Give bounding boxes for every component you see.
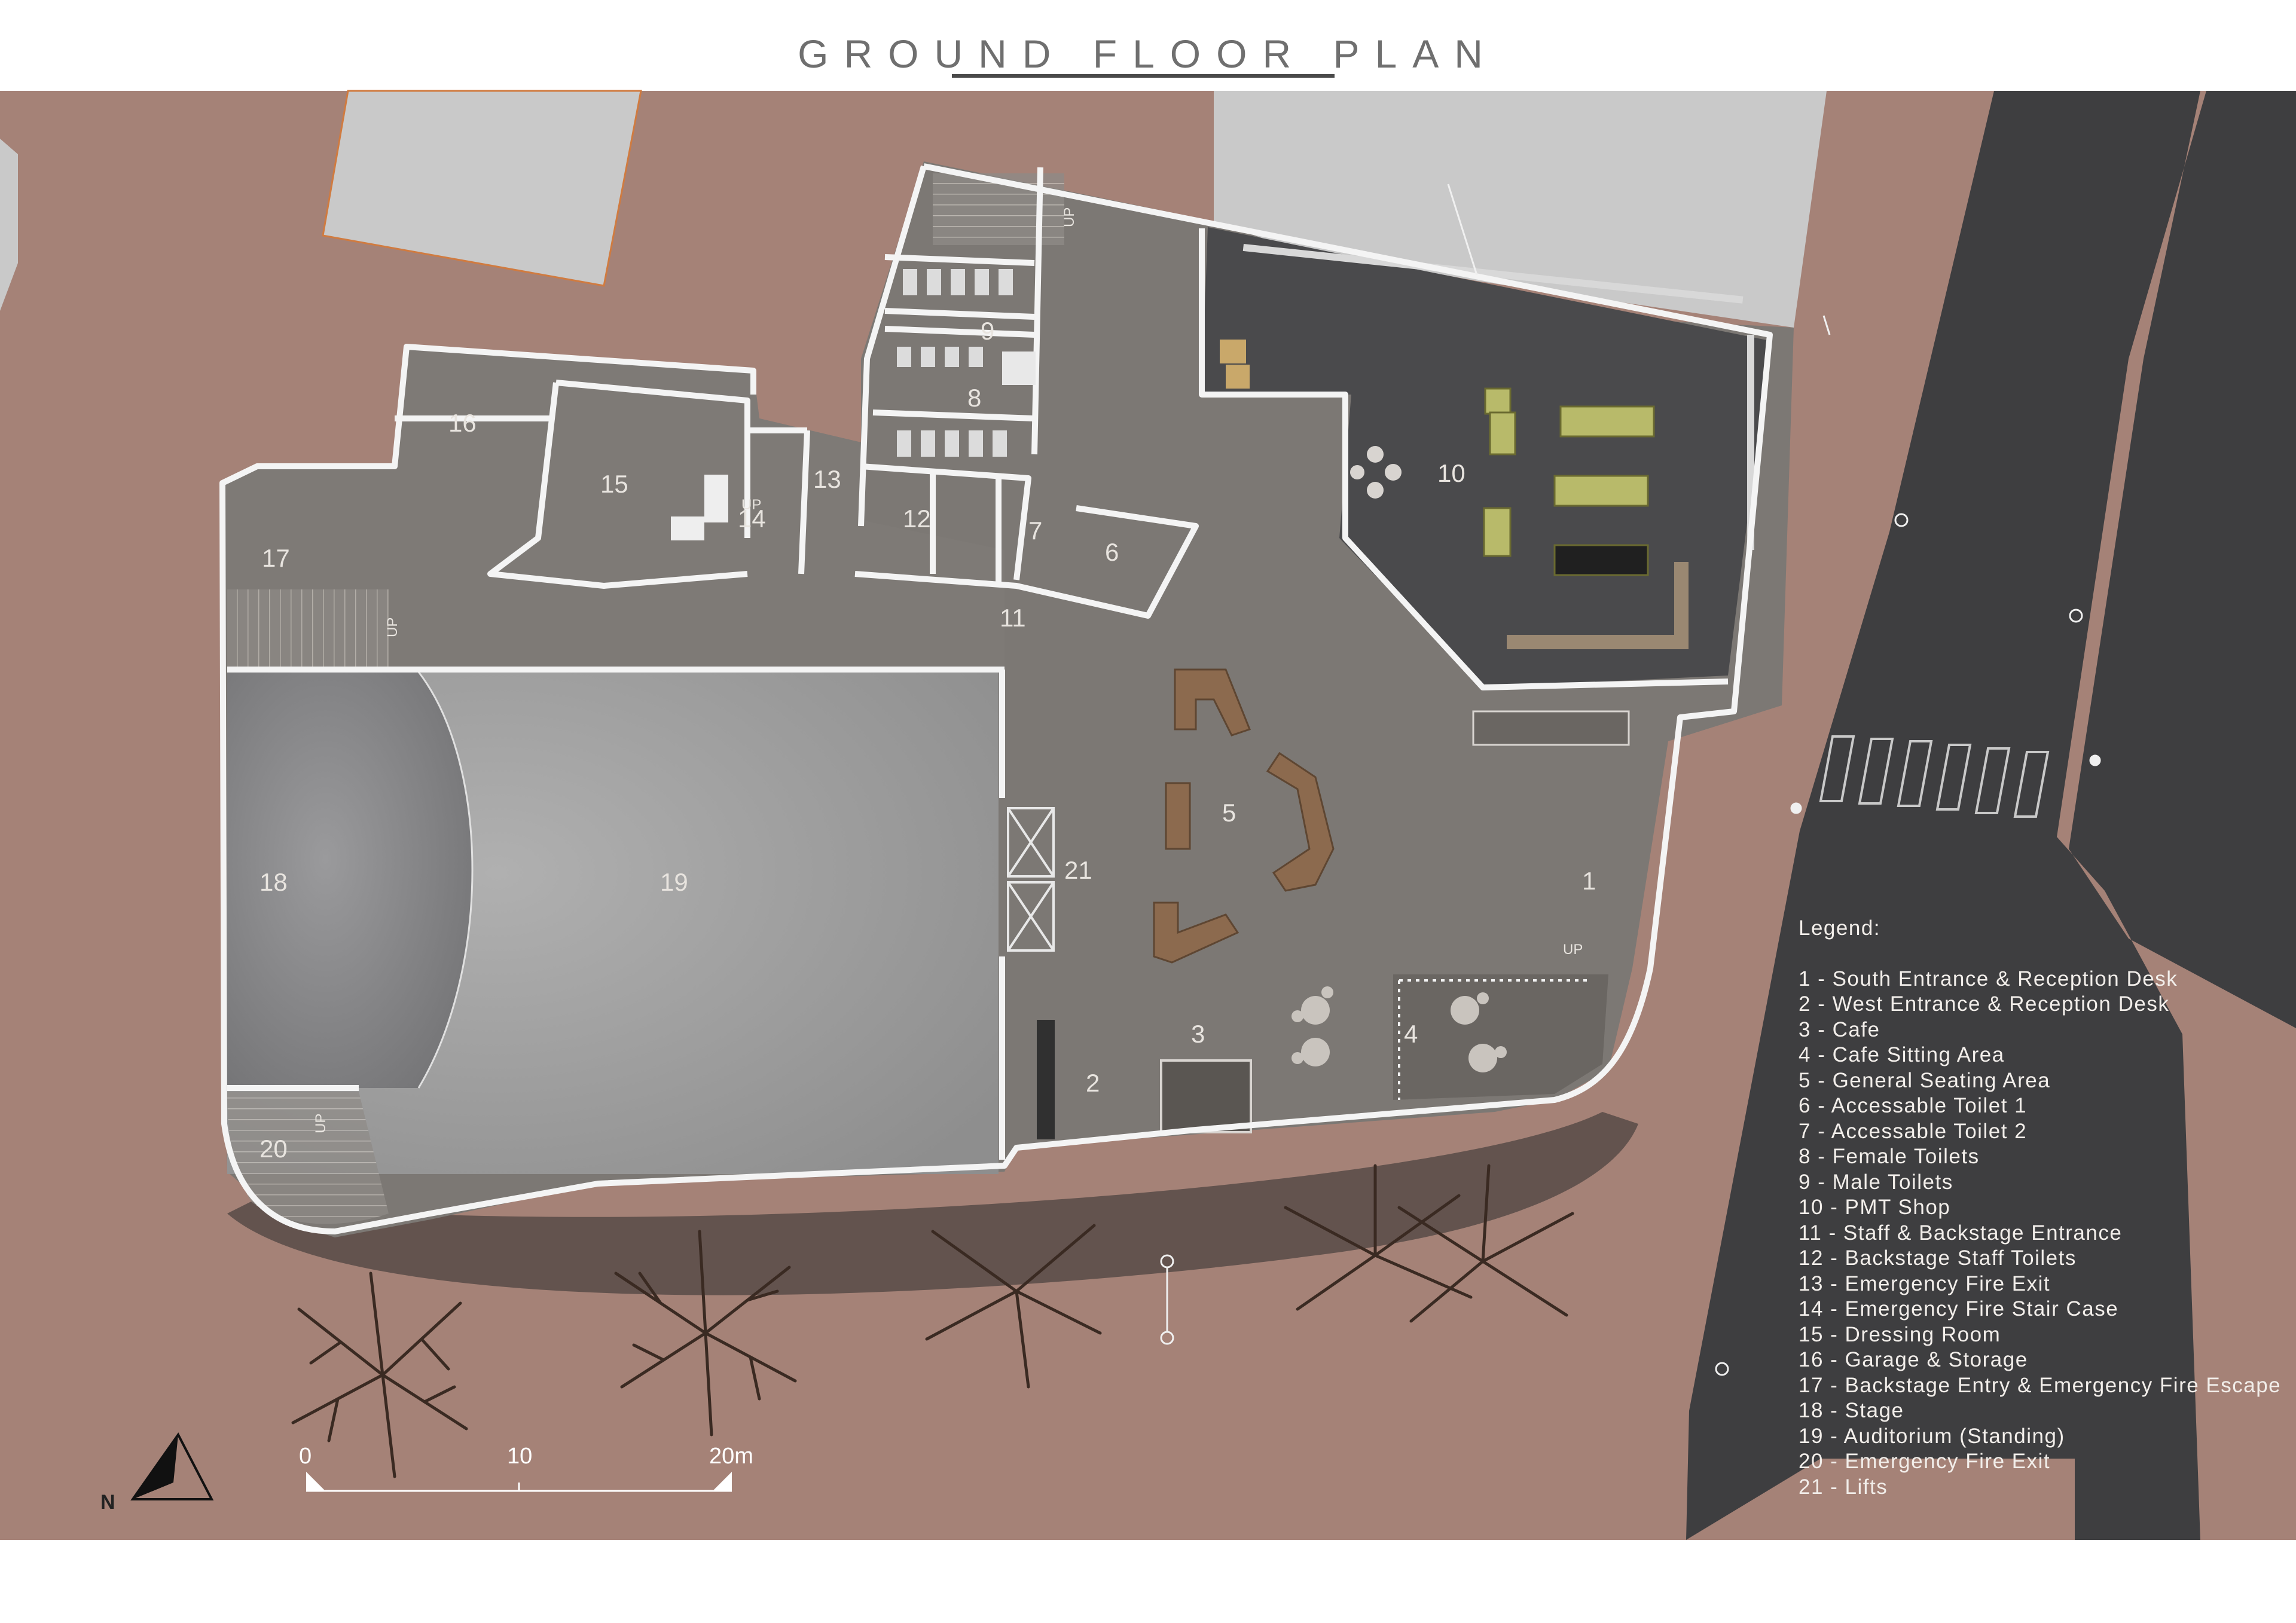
scale-tick-20: 20m (709, 1444, 753, 1469)
room-number-9: 9 (981, 317, 994, 345)
shop-counter-back (1674, 562, 1689, 649)
room-number-6: 6 (1105, 538, 1119, 566)
legend-item: 9 - Male Toilets (1799, 1170, 1953, 1194)
up-label-1: UP (1563, 942, 1583, 958)
room-number-1: 1 (1582, 867, 1596, 895)
up-label-17: UP (384, 618, 401, 637)
room-number-19: 19 (660, 868, 688, 896)
room-number-17: 17 (262, 544, 290, 572)
scale-tick-0: 0 (299, 1444, 312, 1469)
legend-item: 19 - Auditorium (Standing) (1799, 1424, 2065, 1448)
backstage-stair (227, 589, 389, 671)
room-number-10: 10 (1437, 459, 1465, 487)
legend-item: 11 - Staff & Backstage Entrance (1799, 1221, 2123, 1245)
legend-item: 14 - Emergency Fire Stair Case (1799, 1297, 2119, 1321)
room-number-15: 15 (600, 470, 628, 498)
room-number-11: 11 (1000, 604, 1026, 632)
shop-counter (1507, 635, 1686, 649)
legend-item: 10 - PMT Shop (1799, 1196, 1951, 1219)
legend-title: Legend: (1799, 916, 1881, 940)
up-label-north: UP (1061, 207, 1077, 227)
room-number-20: 20 (259, 1135, 288, 1163)
legend-item: 20 - Emergency Fire Exit (1799, 1450, 2051, 1473)
legend: Legend: 1 - South Entrance & Reception D… (1799, 916, 2289, 1500)
legend-item: 13 - Emergency Fire Exit (1799, 1271, 2051, 1295)
legend-item: 12 - Backstage Staff Toilets (1799, 1246, 2077, 1270)
scale-tick-10: 10 (507, 1444, 532, 1469)
legend-item: 7 - Accessable Toilet 2 (1799, 1119, 2028, 1143)
up-label-14: UP (741, 497, 761, 513)
legend-item: 15 - Dressing Room (1799, 1322, 2001, 1346)
legend-item: 4 - Cafe Sitting Area (1799, 1043, 2005, 1066)
legend-item: 16 - Garage & Storage (1799, 1348, 2028, 1371)
room-number-2: 2 (1086, 1069, 1100, 1097)
room-number-5: 5 (1222, 799, 1236, 827)
legend-item: 17 - Backstage Entry & Emergency Fire Es… (1799, 1373, 2282, 1397)
cafe-counter (1160, 1059, 1252, 1133)
room-number-12: 12 (903, 505, 931, 533)
legend-item: 6 - Accessable Toilet 1 (1799, 1094, 2028, 1117)
room-number-8: 8 (967, 384, 981, 412)
room-number-18: 18 (259, 868, 288, 896)
room-number-16: 16 (448, 409, 477, 437)
room-number-3: 3 (1191, 1020, 1205, 1048)
legend-item: 2 - West Entrance & Reception Desk (1799, 992, 2170, 1016)
room-number-7: 7 (1028, 516, 1042, 545)
legend-item: 3 - Cafe (1799, 1017, 1880, 1041)
legend-item: 1 - South Entrance & Reception Desk (1799, 967, 2178, 991)
south-reception-desk (1472, 710, 1630, 746)
up-label-20: UP (313, 1114, 329, 1133)
room-number-21: 21 (1064, 856, 1092, 884)
legend-item: 21 - Lifts (1799, 1475, 1888, 1499)
west-reception-desk (1037, 1020, 1055, 1139)
legend-items: 1 - South Entrance & Reception Desk 2 - W… (1799, 967, 2289, 1500)
north-label: N (100, 1491, 115, 1514)
legend-item: 18 - Stage (1799, 1399, 1904, 1422)
legend-item: 8 - Female Toilets (1799, 1145, 1980, 1168)
room-number-13: 13 (813, 465, 841, 493)
room-number-4: 4 (1404, 1020, 1418, 1048)
legend-item: 5 - General Seating Area (1799, 1068, 2051, 1092)
